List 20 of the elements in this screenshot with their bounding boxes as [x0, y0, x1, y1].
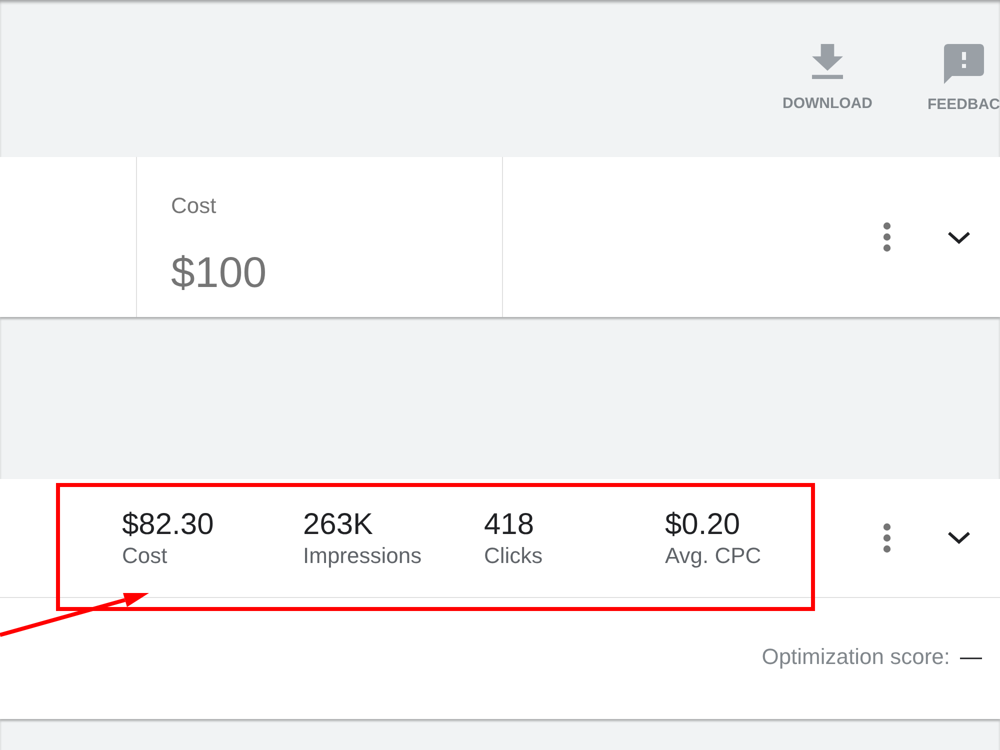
- chevron-down-icon[interactable]: [947, 531, 971, 544]
- more-options-icon[interactable]: [883, 222, 891, 252]
- metric-label: Clicks: [484, 542, 543, 569]
- chevron-down-icon[interactable]: [947, 230, 971, 244]
- download-button[interactable]: DOWNLOAD: [782, 44, 872, 112]
- feedback-icon: [944, 44, 984, 84]
- metric-label: Cost: [122, 542, 168, 569]
- metric-label: Impressions: [303, 542, 422, 569]
- metric-value: 263K: [303, 506, 374, 543]
- metric-label: Avg. CPC: [665, 542, 762, 569]
- score-value: —: [960, 644, 982, 670]
- feedback-button[interactable]: FEEDBAC: [927, 44, 1000, 113]
- metric-value: 418: [484, 506, 534, 543]
- metric-value: $100: [171, 248, 267, 298]
- score-label: Optimization score:: [762, 644, 950, 670]
- metric-value: $0.20: [665, 506, 740, 543]
- more-options-icon[interactable]: [883, 522, 891, 553]
- metric-label: Cost: [171, 193, 216, 219]
- download-icon: [812, 44, 843, 79]
- metric-value: $82.30: [122, 506, 214, 543]
